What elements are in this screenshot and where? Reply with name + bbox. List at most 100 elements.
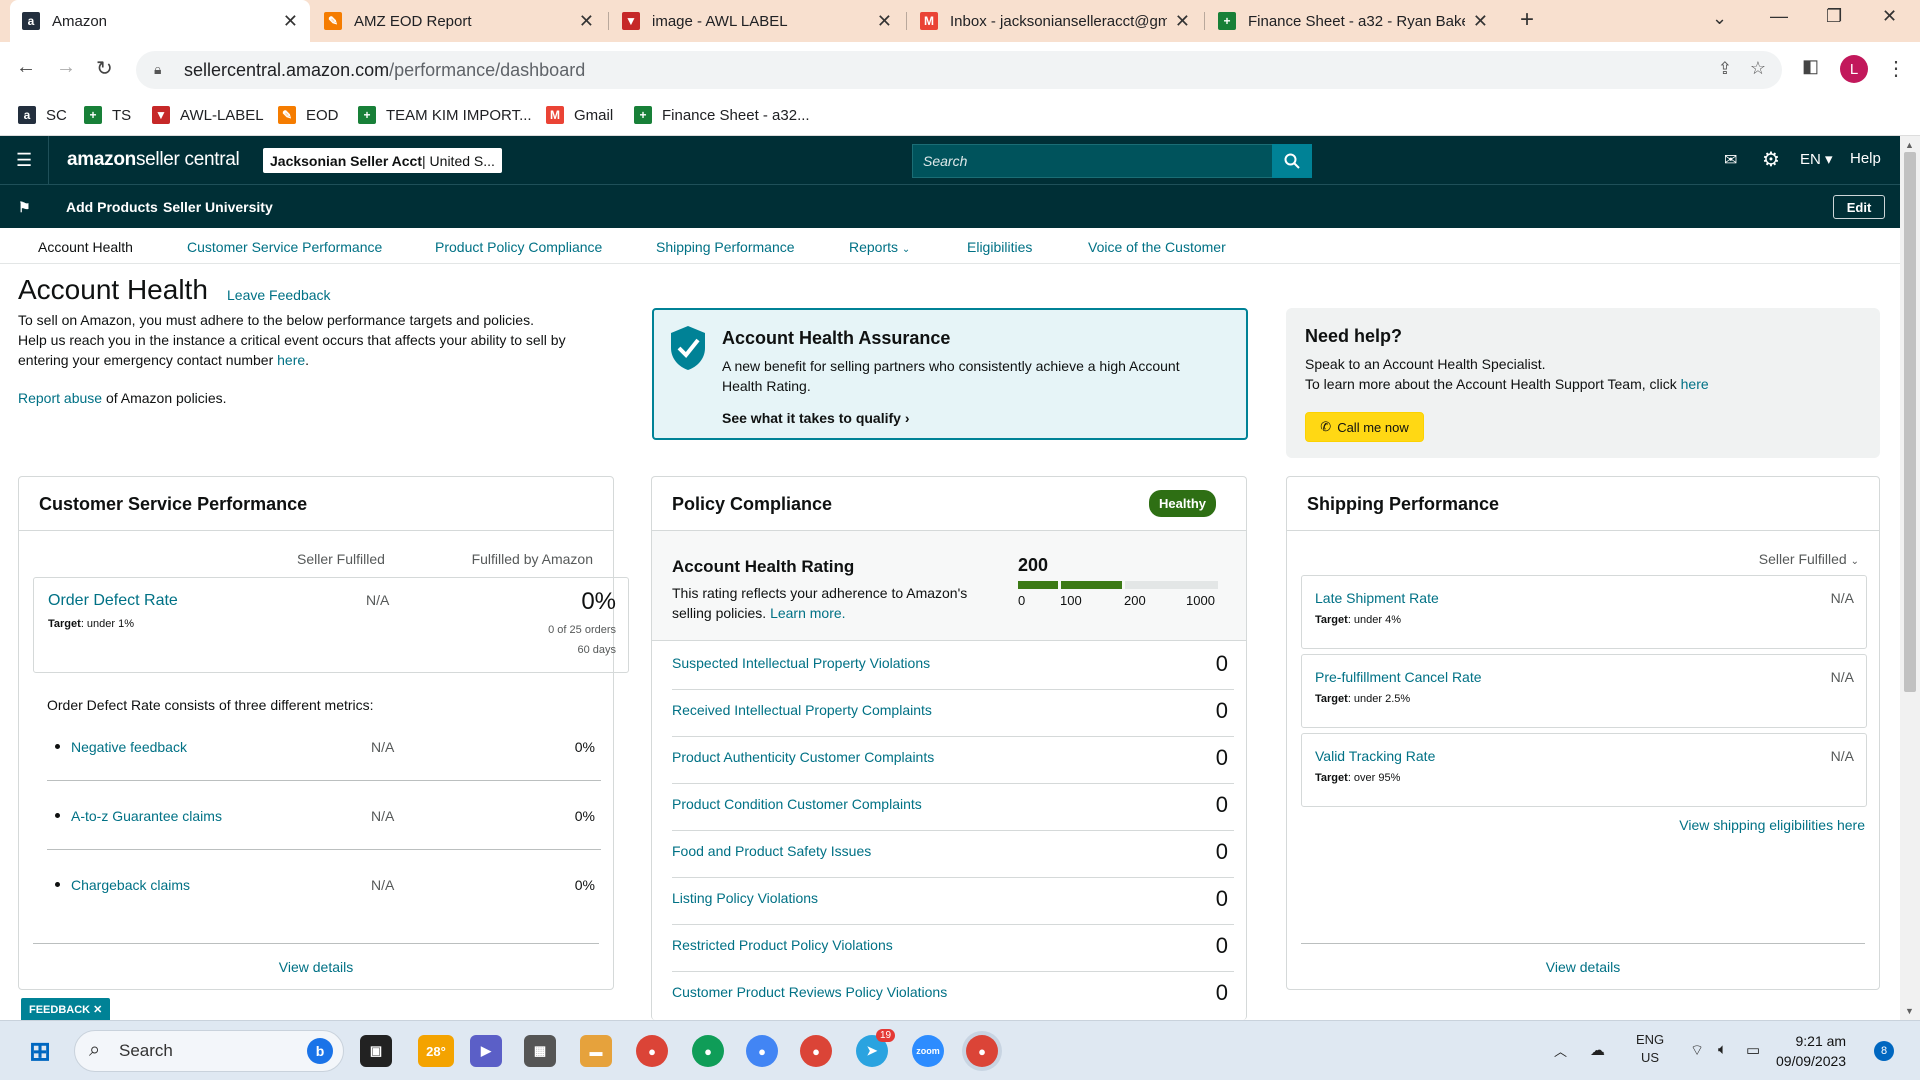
bookmark-ts[interactable]: + TS <box>84 106 131 124</box>
forward-icon[interactable]: → <box>56 56 76 79</box>
chrome-profile-icon[interactable]: ● <box>800 1035 832 1067</box>
url-host: sellercentral.amazon.com <box>184 59 390 80</box>
profile-avatar[interactable]: L <box>1840 55 1868 83</box>
amazon-icon: a <box>18 106 36 124</box>
file-explorer-icon[interactable]: ▬ <box>580 1035 612 1067</box>
report-abuse-link[interactable]: Report abuse <box>18 390 102 406</box>
scroll-up-icon[interactable]: ▲ <box>1905 140 1914 150</box>
support-team-link[interactable]: here <box>1681 376 1709 392</box>
gear-icon[interactable]: ⚙ <box>1762 147 1780 172</box>
minimize-icon[interactable]: — <box>1770 6 1788 27</box>
pre-fulfillment-cancel-link[interactable]: Pre-fulfillment Cancel Rate <box>1315 669 1482 685</box>
negative-feedback-link[interactable]: Negative feedback <box>71 739 187 755</box>
notification-badge[interactable]: 8 <box>1874 1041 1894 1061</box>
edit-button[interactable]: Edit <box>1833 195 1885 219</box>
seller-central-header: ☰ amazon seller central Jacksonian Selle… <box>0 136 1900 184</box>
reload-icon[interactable]: ↻ <box>96 56 113 81</box>
teams-chat-icon[interactable]: ▶ <box>470 1035 502 1067</box>
cs-view-details-link[interactable]: View details <box>33 943 599 989</box>
bookmark-awl-label[interactable]: ▼ AWL-LABEL <box>152 106 264 124</box>
hamburger-menu-icon[interactable]: ☰ <box>16 150 32 171</box>
back-icon[interactable]: ← <box>16 56 36 79</box>
tab-shipping[interactable]: Shipping Performance <box>656 239 795 255</box>
a-to-z-claims-link[interactable]: A-to-z Guarantee claims <box>71 808 222 824</box>
tab-eligibilities[interactable]: Eligibilities <box>967 239 1032 255</box>
leave-feedback-link[interactable]: Leave Feedback <box>227 287 331 303</box>
tab-search-icon[interactable]: ⌄ <box>1712 8 1727 29</box>
bookmark-finance[interactable]: + Finance Sheet - a32... <box>634 106 810 124</box>
bookmark-eod[interactable]: ✎ EOD <box>278 106 339 124</box>
taskbar-search-input[interactable]: ⌕ Search b <box>74 1030 344 1072</box>
new-tab-icon[interactable]: + <box>1520 6 1534 34</box>
search-input[interactable]: Search <box>912 144 1312 178</box>
help-link[interactable]: Help <box>1850 150 1881 167</box>
weather-icon[interactable]: 28° <box>418 1035 454 1067</box>
task-view-icon[interactable]: ▣ <box>360 1035 392 1067</box>
onedrive-icon[interactable]: ☁ <box>1590 1041 1605 1059</box>
system-clock[interactable]: 9:21 am 09/09/2023 <box>1776 1031 1846 1071</box>
scrollbar-thumb[interactable] <box>1904 152 1916 692</box>
bookmark-star-icon[interactable]: ☆ <box>1750 58 1766 79</box>
tab-eod-report[interactable]: ✎ AMZ EOD Report ✕ <box>312 0 606 42</box>
tab-voice-of-customer[interactable]: Voice of the Customer <box>1088 239 1226 255</box>
shipping-eligibilities-link[interactable]: View shipping eligibilities here <box>1679 817 1865 833</box>
tab-finance-sheet[interactable]: + Finance Sheet - a32 - Ryan Baker ✕ <box>1206 0 1500 42</box>
wifi-icon[interactable]: ⌔ <box>1690 1041 1704 1060</box>
menu-kebab-icon[interactable]: ⋮ <box>1886 56 1906 81</box>
show-hidden-icons-icon[interactable]: ︿ <box>1554 1041 1567 1060</box>
learn-more-link[interactable]: Learn more. <box>770 605 845 621</box>
maximize-icon[interactable]: ❐ <box>1826 6 1842 27</box>
tab-account-health[interactable]: Account Health <box>38 239 133 255</box>
close-tab-icon[interactable]: ✕ <box>579 11 594 32</box>
close-tab-icon[interactable]: ✕ <box>1473 11 1488 32</box>
bookmark-sc[interactable]: a SC <box>18 106 67 124</box>
tab-reports[interactable]: Reports ⌄ <box>849 239 910 255</box>
policy-compliance-card: Policy Compliance Healthy Account Health… <box>651 476 1247 1020</box>
zoom-icon[interactable]: zoom <box>912 1035 944 1067</box>
tab-product-policy[interactable]: Product Policy Compliance <box>435 239 602 255</box>
qualify-link[interactable]: See what it takes to qualify › <box>722 410 910 426</box>
tab-customer-service[interactable]: Customer Service Performance <box>187 239 382 255</box>
call-me-now-button[interactable]: ✆ Call me now <box>1305 412 1424 442</box>
mail-icon[interactable]: ✉ <box>1724 150 1737 170</box>
tab-gmail[interactable]: M Inbox - jacksonianselleracct@gm ✕ <box>908 0 1202 42</box>
close-tab-icon[interactable]: ✕ <box>1175 11 1190 32</box>
share-icon[interactable]: ⇪ <box>1718 59 1732 79</box>
windows-start-icon[interactable]: ⊞ <box>24 1035 56 1067</box>
calculator-icon[interactable]: ▦ <box>524 1035 556 1067</box>
chrome-profile-icon[interactable]: ● <box>636 1035 668 1067</box>
add-products-link[interactable]: Add Products <box>66 199 158 215</box>
language-selector[interactable]: EN ▾ <box>1800 150 1833 168</box>
order-defect-rate-link[interactable]: Order Defect Rate <box>48 592 178 610</box>
valid-tracking-rate-link[interactable]: Valid Tracking Rate <box>1315 748 1435 764</box>
seller-university-link[interactable]: Seller University <box>163 199 273 215</box>
late-shipment-rate-link[interactable]: Late Shipment Rate <box>1315 590 1439 606</box>
search-icon[interactable] <box>1272 144 1312 178</box>
bookmark-gmail[interactable]: M Gmail <box>546 106 613 124</box>
url-input[interactable]: 🔒︎ sellercentral.amazon.com/performance/… <box>136 51 1782 89</box>
emergency-contact-link[interactable]: here <box>277 352 305 368</box>
chrome-profile-icon[interactable]: ● <box>746 1035 778 1067</box>
volume-icon[interactable]: 🔈︎ <box>1718 1041 1727 1058</box>
close-window-icon[interactable]: ✕ <box>1882 6 1897 27</box>
close-tab-icon[interactable]: ✕ <box>283 11 298 32</box>
bookmark-flag-icon[interactable]: ⚑ <box>18 199 31 216</box>
tab-awl-label[interactable]: ▼ image - AWL LABEL ✕ <box>610 0 904 42</box>
policy-row: Product Condition Customer Complaints 0 <box>672 784 1234 831</box>
side-panel-icon[interactable]: ◧ <box>1802 56 1819 77</box>
close-tab-icon[interactable]: ✕ <box>877 11 892 32</box>
feedback-tab[interactable]: FEEDBACK ✕ <box>21 998 111 1020</box>
seller-central-logo[interactable]: amazon seller central <box>48 136 240 184</box>
bookmark-team-kim[interactable]: + TEAM KIM IMPORT... <box>358 106 532 124</box>
tab-amazon[interactable]: a Amazon ✕ <box>10 0 310 42</box>
language-indicator[interactable]: ENG US <box>1636 1031 1664 1067</box>
fulfillment-filter-dropdown[interactable]: Seller Fulfilled ⌄ <box>1759 551 1859 567</box>
chrome-profile-icon[interactable]: ● <box>692 1035 724 1067</box>
shipping-view-details-link[interactable]: View details <box>1301 943 1865 989</box>
account-switcher[interactable]: Jacksonian Seller Acct | United S... <box>263 148 502 173</box>
scroll-down-icon[interactable]: ▼ <box>1905 1006 1914 1016</box>
chrome-active-icon[interactable]: ● <box>966 1035 998 1067</box>
chargeback-claims-link[interactable]: Chargeback claims <box>71 877 190 893</box>
battery-icon[interactable]: ▭ <box>1746 1041 1760 1059</box>
page-scrollbar[interactable]: ▲ ▼ <box>1900 136 1920 1020</box>
